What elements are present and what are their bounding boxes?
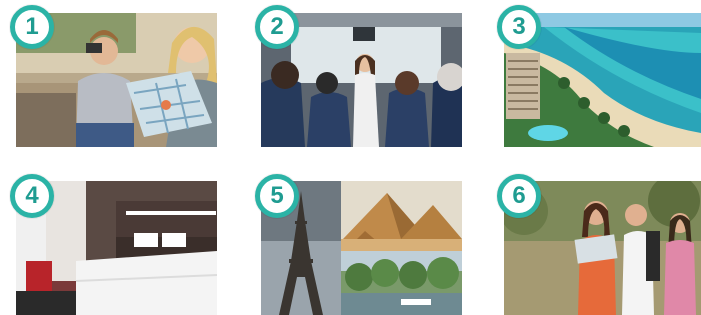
photo-number-badge: 3 <box>497 5 541 49</box>
photo-number-badge: 1 <box>10 5 54 49</box>
photo-number-badge: 2 <box>255 5 299 49</box>
photo-number-badge: 4 <box>10 174 54 218</box>
photo-number-badge: 6 <box>497 174 541 218</box>
photo-number-badge: 5 <box>255 174 299 218</box>
